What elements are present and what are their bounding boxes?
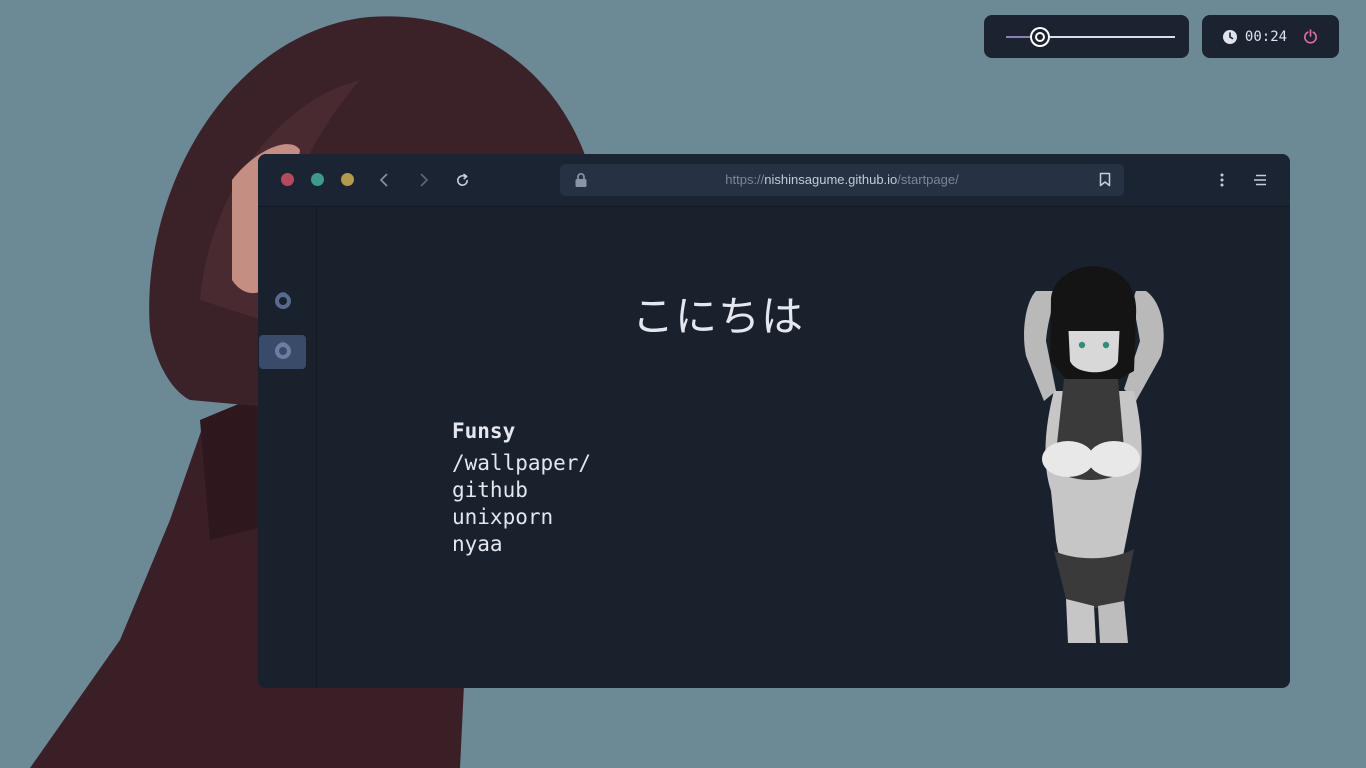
- link-wallpaper[interactable]: /wallpaper/: [452, 450, 591, 477]
- firefox-icon: [273, 340, 293, 364]
- close-window-button[interactable]: [281, 173, 294, 186]
- volume-slider[interactable]: [1006, 28, 1175, 45]
- links-section: Funsy /wallpaper/ github unixporn nyaa: [452, 419, 591, 558]
- link-github[interactable]: github: [452, 477, 591, 504]
- bookmark-icon[interactable]: [1099, 172, 1111, 191]
- link-unixporn[interactable]: unixporn: [452, 504, 591, 531]
- url-host: nishinsagume.github.io: [764, 172, 898, 187]
- kebab-menu-icon[interactable]: [1213, 171, 1231, 189]
- url-path: /startpage/: [897, 172, 959, 187]
- url-text[interactable]: https://nishinsagume.github.io/startpage…: [560, 172, 1124, 187]
- clock-widget: 00:24: [1202, 15, 1339, 58]
- url-bar[interactable]: https://nishinsagume.github.io/startpage…: [560, 164, 1124, 196]
- maximize-window-button[interactable]: [341, 173, 354, 186]
- links-title: Funsy: [452, 419, 516, 443]
- firefox-icon: [273, 290, 293, 314]
- reload-icon[interactable]: [453, 171, 471, 189]
- hamburger-menu-icon[interactable]: [1251, 171, 1269, 189]
- clock-icon: [1222, 29, 1237, 44]
- sidebar: [258, 207, 317, 688]
- browser-window: https://nishinsagume.github.io/startpage…: [258, 154, 1290, 688]
- sidebar-tab-firefox-active[interactable]: [259, 335, 306, 369]
- sidebar-tab-firefox[interactable]: [259, 285, 306, 319]
- power-icon[interactable]: [1303, 29, 1318, 44]
- startpage: こにちは Funsy /wallpaper/ github unixporn n…: [318, 207, 1290, 688]
- back-icon[interactable]: [375, 171, 393, 189]
- clock-time: 00:24: [1244, 28, 1288, 45]
- forward-icon[interactable]: [415, 171, 433, 189]
- browser-toolbar: https://nishinsagume.github.io/startpage…: [258, 154, 1290, 207]
- link-nyaa[interactable]: nyaa: [452, 531, 591, 558]
- minimize-window-button[interactable]: [311, 173, 324, 186]
- character-illustration: [1024, 266, 1164, 643]
- volume-widget[interactable]: [984, 15, 1189, 58]
- volume-slider-knob[interactable]: [1031, 28, 1048, 45]
- url-scheme: https://: [725, 172, 765, 187]
